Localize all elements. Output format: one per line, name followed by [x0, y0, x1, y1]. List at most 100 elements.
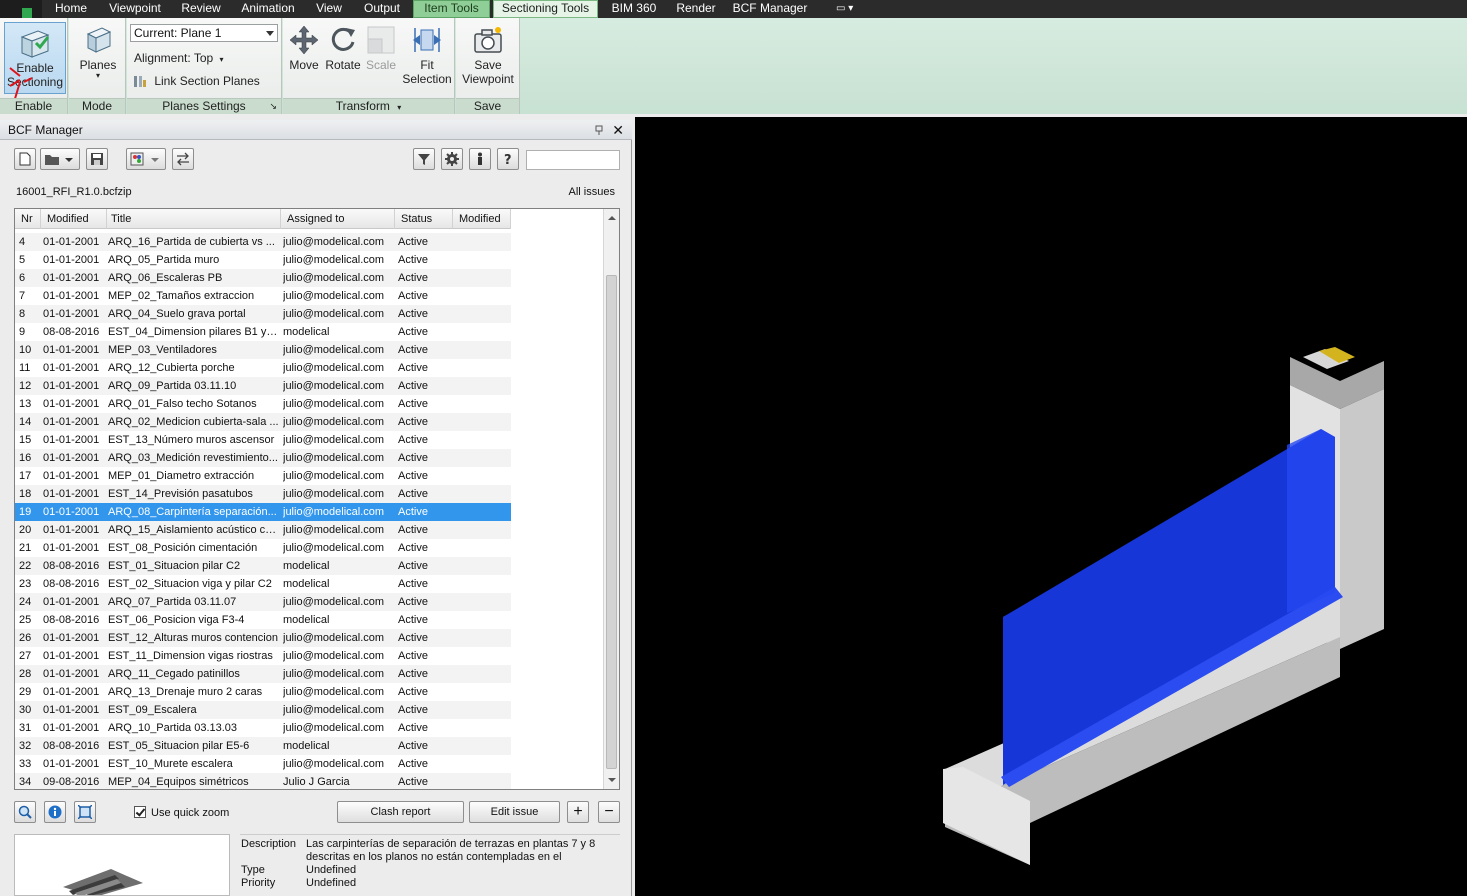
tab-bim-360[interactable]: BIM 360 — [606, 0, 662, 18]
cell-assigned-to: julio@modelical.com — [283, 272, 385, 284]
color-issue-button[interactable] — [126, 148, 166, 170]
move-button[interactable]: Move — [285, 24, 323, 94]
column-header-assigned-to[interactable]: Assigned to — [281, 209, 395, 229]
cell-modified: 01-01-2001 — [43, 416, 100, 428]
table-row[interactable]: 29 01-01-2001 ARQ_13_Drenaje muro 2 caras j… — [15, 683, 511, 701]
issue-filter-label[interactable]: All issues — [569, 186, 615, 198]
open-file-button[interactable] — [40, 148, 80, 170]
column-header-status[interactable]: Status — [395, 209, 453, 229]
table-row[interactable]: 11 01-01-2001 ARQ_12_Cubierta porche julio@… — [15, 359, 511, 377]
table-row[interactable]: 25 08-08-2016 EST_06_Posicion viga F3-4 mod… — [15, 611, 511, 629]
table-row[interactable]: 10 01-01-2001 MEP_03_Ventiladores julio@mod… — [15, 341, 511, 359]
table-row[interactable]: 20 01-01-2001 ARQ_15_Aislamiento acústico … — [15, 521, 511, 539]
table-row[interactable]: 6 01-01-2001 ARQ_06_Escaleras PB julio@mode… — [15, 269, 511, 287]
table-row[interactable]: 19 01-01-2001 ARQ_08_Carpintería separació… — [15, 503, 511, 521]
alignment-dropdown[interactable]: Alignment: Top ▾ — [134, 51, 224, 65]
column-header-modified-2[interactable]: Modified — [453, 209, 511, 229]
use-quick-zoom-checkbox[interactable]: Use quick zoom — [134, 806, 229, 820]
table-row[interactable]: 16 01-01-2001 ARQ_03_Medición revestimient… — [15, 449, 511, 467]
table-row[interactable]: 15 01-01-2001 EST_13_Número muros ascensor… — [15, 431, 511, 449]
cell-modified: 01-01-2001 — [43, 722, 100, 734]
sync-button[interactable] — [172, 148, 194, 170]
column-header-title[interactable]: Title — [107, 209, 281, 229]
close-icon[interactable]: ✕ — [612, 120, 624, 140]
tab-view[interactable]: View — [310, 0, 348, 18]
table-row[interactable]: 13 01-01-2001 ARQ_01_Falso techo Sotanos ju… — [15, 395, 511, 413]
rotate-button[interactable]: Rotate — [323, 24, 363, 94]
info-button[interactable] — [469, 148, 491, 170]
cell-assigned-to: modelical — [283, 614, 330, 626]
table-row[interactable]: 12 01-01-2001 ARQ_09_Partida 03.11.10 julio… — [15, 377, 511, 395]
table-row[interactable]: 31 01-01-2001 ARQ_10_Partida 03.13.03 julio… — [15, 719, 511, 737]
description-value: Las carpinterías de separación de terraz… — [306, 838, 596, 863]
3d-viewport[interactable] — [635, 117, 1467, 896]
zoom-to-issue-button[interactable] — [14, 801, 36, 823]
table-row[interactable]: 21 01-01-2001 EST_08_Posición cimentación j… — [15, 539, 511, 557]
new-file-button[interactable] — [14, 148, 36, 170]
table-row[interactable]: 9 08-08-2016 EST_04_Dimension pilares B1 y… — [15, 323, 511, 341]
cell-modified: 01-01-2001 — [43, 380, 100, 392]
settings-button[interactable] — [441, 148, 463, 170]
cell-nr: 27 — [19, 650, 32, 662]
remove-issue-button[interactable]: − — [598, 801, 620, 823]
cell-nr: 25 — [19, 614, 32, 626]
cell-modified: 01-01-2001 — [43, 668, 100, 680]
tab-render[interactable]: Render — [670, 0, 722, 18]
table-row[interactable]: 17 01-01-2001 MEP_01_Diametro extracción ju… — [15, 467, 511, 485]
table-row[interactable]: 8 01-01-2001 ARQ_04_Suelo grava portal juli… — [15, 305, 511, 323]
table-row[interactable]: 26 01-01-2001 EST_12_Alturas muros contenc… — [15, 629, 511, 647]
add-issue-button[interactable]: + — [567, 801, 589, 823]
fit-selection-button[interactable]: Fit Selection — [399, 24, 455, 94]
table-row[interactable]: 32 08-08-2016 EST_05_Situacion pilar E5-6 m… — [15, 737, 511, 755]
scroll-up-icon[interactable] — [608, 216, 616, 220]
table-row[interactable]: 27 01-01-2001 EST_11_Dimension vigas riost… — [15, 647, 511, 665]
tab-item-tools[interactable]: Item Tools — [413, 0, 490, 18]
link-section-planes-button[interactable]: Link Section Planes — [133, 74, 260, 88]
save-file-button[interactable] — [86, 148, 108, 170]
column-header-nr[interactable]: Nr — [15, 209, 41, 229]
table-row[interactable]: 22 08-08-2016 EST_01_Situacion pilar C2 mod… — [15, 557, 511, 575]
table-row[interactable]: 23 08-08-2016 EST_02_Situacion viga y pila… — [15, 575, 511, 593]
tab-output[interactable]: Output — [356, 0, 408, 18]
table-row[interactable]: 7 01-01-2001 MEP_02_Tamaños extraccion juli… — [15, 287, 511, 305]
scroll-down-icon[interactable] — [608, 778, 616, 782]
tab-home[interactable]: Home — [46, 0, 96, 18]
table-row[interactable]: 33 01-01-2001 EST_10_Murete escalera julio@… — [15, 755, 511, 773]
table-scrollbar[interactable] — [603, 209, 619, 789]
dialog-launcher-icon[interactable]: ↘ — [269, 99, 277, 114]
scale-button[interactable]: Scale — [363, 24, 399, 94]
tab-sectioning-tools[interactable]: Sectioning Tools — [493, 0, 598, 18]
cell-nr: 20 — [19, 524, 32, 536]
table-row[interactable]: 14 01-01-2001 ARQ_02_Medicion cubierta-sal… — [15, 413, 511, 431]
table-row[interactable]: 4 01-01-2001 ARQ_16_Partida de cubierta vs… — [15, 233, 511, 251]
issue-search-input[interactable] — [526, 150, 620, 170]
issue-info-button[interactable] — [44, 801, 66, 823]
table-row[interactable]: 30 01-01-2001 EST_09_Escalera julio@modelic… — [15, 701, 511, 719]
save-viewpoint-button[interactable]: Save Viewpoint — [458, 24, 518, 94]
fit-view-button[interactable] — [74, 801, 96, 823]
current-plane-select[interactable]: Current: Plane 1 — [130, 24, 278, 42]
ribbon-options-icon[interactable]: ▭ ▾ — [836, 3, 853, 14]
table-row[interactable]: 24 01-01-2001 ARQ_07_Partida 03.11.07 julio… — [15, 593, 511, 611]
table-row[interactable]: 5 01-01-2001 ARQ_05_Partida muro julio@mode… — [15, 251, 511, 269]
checkbox-checked-icon[interactable] — [134, 806, 146, 818]
table-row[interactable]: 18 01-01-2001 EST_14_Previsión pasatubos ju… — [15, 485, 511, 503]
chevron-down-icon[interactable]: ▾ — [397, 103, 401, 112]
edit-issue-button[interactable]: Edit issue — [469, 801, 560, 823]
clash-report-button[interactable]: Clash report — [337, 801, 464, 823]
scrollbar-thumb[interactable] — [606, 275, 617, 769]
help-button[interactable]: ? — [497, 148, 519, 170]
tab-bcf-manager[interactable]: BCF Manager — [730, 0, 810, 18]
table-row[interactable]: 34 09-08-2016 MEP_04_Equipos simétricos Jul… — [15, 773, 511, 789]
filter-button[interactable] — [413, 148, 435, 170]
table-row[interactable]: 28 01-01-2001 ARQ_11_Cegado patinillos juli… — [15, 665, 511, 683]
tab-animation[interactable]: Animation — [236, 0, 300, 18]
app-logo-icon[interactable] — [0, 0, 42, 18]
planes-button[interactable]: Planes ▾ — [73, 24, 123, 94]
pin-icon[interactable] — [594, 125, 604, 135]
tab-review[interactable]: Review — [176, 0, 226, 18]
tab-viewpoint[interactable]: Viewpoint — [102, 0, 168, 18]
issue-snapshot-thumbnail[interactable] — [14, 834, 230, 896]
column-header-modified[interactable]: Modified — [41, 209, 107, 229]
cell-status: Active — [398, 596, 428, 608]
